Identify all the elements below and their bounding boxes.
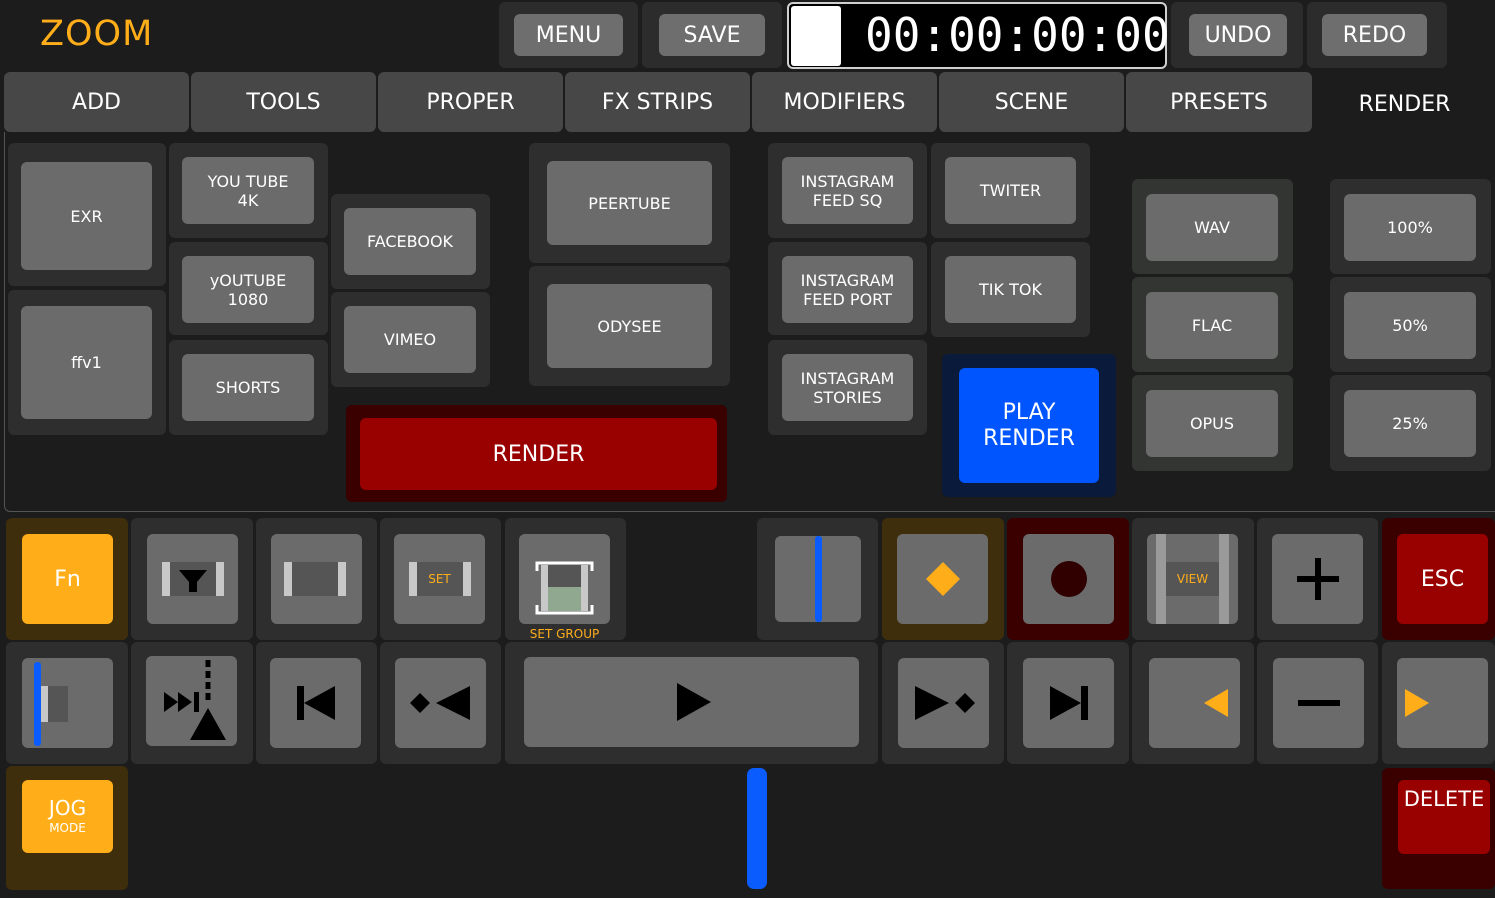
filter-icon [162,562,224,596]
record-icon [1050,561,1087,597]
play-icon [676,683,711,721]
tab-scene[interactable]: SCENE [939,72,1124,132]
timecode-indicator [791,6,841,66]
set-group-icon [535,561,594,615]
exr-button[interactable]: EXR [21,162,152,270]
split-button[interactable] [146,656,237,746]
tab-fx-strips[interactable]: FX STRIPS [565,72,750,132]
menu-button[interactable]: MENU [514,14,623,56]
instagram-feed-port-button[interactable]: INSTAGRAM FEED PORT [782,256,913,323]
vimeo-button[interactable]: VIMEO [344,306,476,373]
scale-50-button[interactable]: 50% [1344,292,1476,359]
tab-presets[interactable]: PRESETS [1126,72,1312,132]
undo-button[interactable]: UNDO [1189,14,1287,56]
twiter-button[interactable]: TWITER [945,157,1076,224]
go-end-button[interactable] [1023,658,1114,748]
record-button[interactable] [1023,534,1114,624]
youtube-4k-button[interactable]: YOU TUBE 4K [182,157,314,224]
previous-keyframe-icon [409,686,470,720]
plus-button[interactable] [1272,534,1363,624]
set-group-button[interactable]: SET GROUP [519,534,610,641]
esc-button[interactable]: ESC [1397,534,1488,624]
arrow-left-icon [1204,689,1228,717]
play-render-button[interactable]: PLAY RENDER [959,368,1099,483]
playhead-button[interactable] [775,536,861,622]
keyframe-diamond-icon [925,562,960,596]
save-button[interactable]: SAVE [659,14,765,56]
set-button[interactable]: SET [394,534,485,624]
jog-label: JOG [48,795,87,820]
odysee-button[interactable]: ODYSEE [547,284,712,368]
instagram-stories-button[interactable]: INSTAGRAM STORIES [782,354,913,421]
shorts-button[interactable]: SHORTS [182,354,314,421]
timecode-value: 00:00:00:00 [865,8,1170,62]
flac-button[interactable]: FLAC [1146,292,1278,359]
split-icon [164,660,226,740]
skip-to-end-icon [1049,686,1088,720]
scale-100-button[interactable]: 100% [1344,194,1476,261]
wav-button[interactable]: WAV [1146,194,1278,261]
fn-button[interactable]: Fn [22,534,113,624]
instagram-feed-sq-button[interactable]: INSTAGRAM FEED SQ [782,157,913,224]
youtube-1080-button[interactable]: yOUTUBE 1080 [182,256,314,323]
playhead-icon [815,536,822,622]
next-keyframe-button[interactable] [898,658,989,748]
scale-25-button[interactable]: 25% [1344,390,1476,457]
minus-button[interactable] [1273,658,1364,748]
facebook-button[interactable]: FACEBOOK [344,208,476,275]
next-keyframe-icon [914,686,975,720]
arrow-right-button[interactable] [1397,658,1488,748]
tab-render[interactable]: RENDER [1314,74,1495,134]
jog-mode-button[interactable]: JOG MODE [22,780,113,853]
arrow-left-button[interactable] [1149,658,1240,748]
jog-mode-label: MODE [49,820,86,835]
clip-button[interactable] [271,534,362,624]
play-button[interactable] [524,657,859,747]
tiktok-button[interactable]: TIK TOK [945,256,1076,323]
prev-keyframe-button[interactable] [395,658,486,748]
app-title: ZOOM [40,14,154,54]
trim-icon [34,662,68,746]
delete-button[interactable]: DELETE [1398,780,1490,854]
tab-modifiers[interactable]: MODIFIERS [752,72,937,132]
render-button[interactable]: RENDER [360,418,717,490]
arrow-right-icon [1405,689,1429,717]
tab-tools[interactable]: TOOLS [191,72,376,132]
redo-button[interactable]: REDO [1322,14,1427,56]
ffv1-button[interactable]: ffv1 [21,306,152,419]
skip-to-start-icon [296,686,335,720]
keyframe-button[interactable] [897,534,988,624]
go-start-button[interactable] [270,658,361,748]
set-label: SET [428,571,451,586]
timecode-display: 00:00:00:00 [787,2,1170,69]
clip-icon [284,562,346,596]
plus-icon [1296,558,1339,600]
peertube-button[interactable]: PEERTUBE [547,161,712,245]
tab-proper[interactable]: PROPER [378,72,563,132]
filter-button[interactable] [147,534,238,624]
jog-scrub-handle[interactable] [747,768,767,889]
minus-icon [1297,700,1340,706]
view-button[interactable]: VIEW [1147,534,1238,624]
view-label: VIEW [1176,571,1209,586]
tab-add[interactable]: ADD [4,72,189,132]
trim-button[interactable] [22,658,113,748]
opus-button[interactable]: OPUS [1146,390,1278,457]
